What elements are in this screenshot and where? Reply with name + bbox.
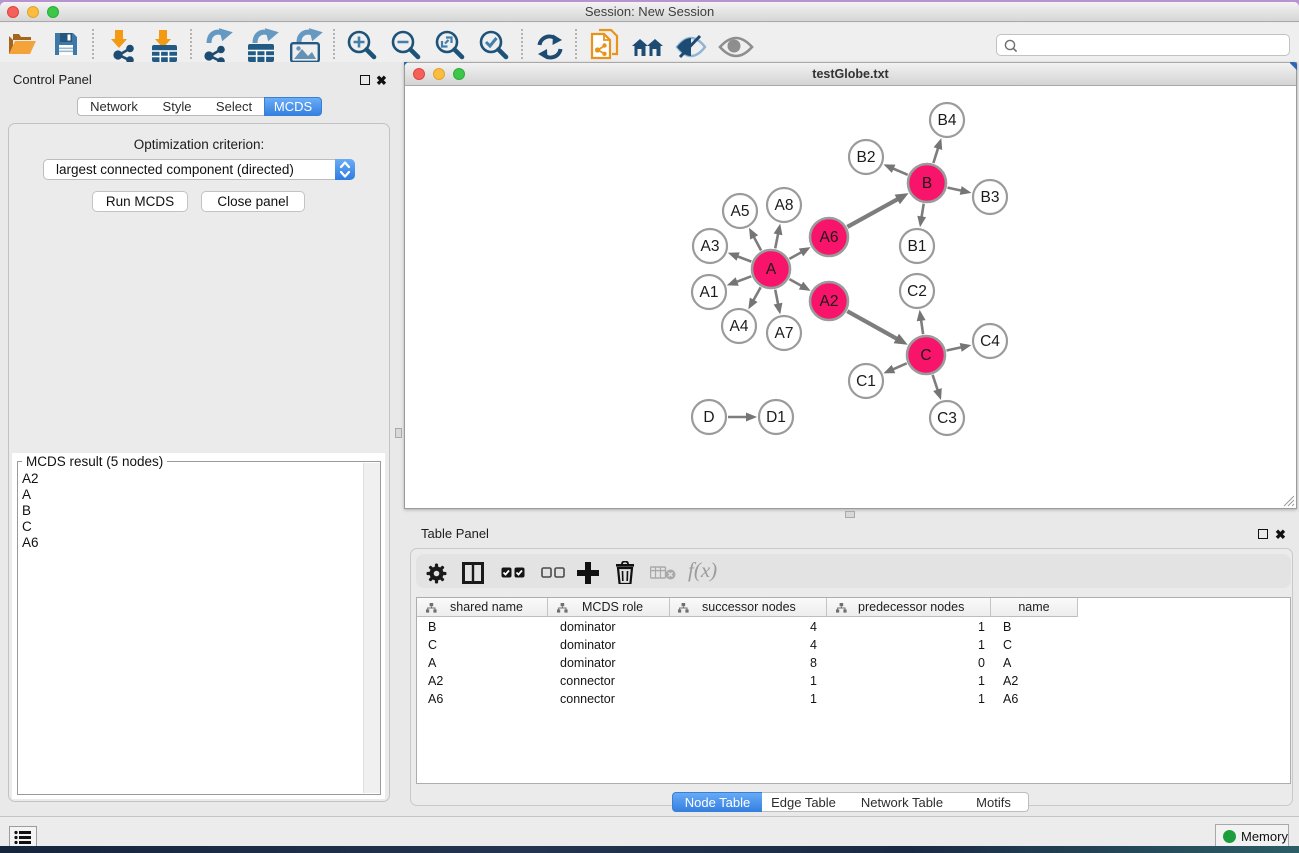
svg-text:C3: C3 [937,410,957,427]
svg-text:A: A [766,261,777,278]
svg-text:A4: A4 [730,318,749,335]
svg-text:B1: B1 [908,238,927,255]
svg-text:A6: A6 [820,229,839,246]
svg-text:C4: C4 [980,333,1000,350]
svg-text:B4: B4 [938,112,957,129]
svg-text:B3: B3 [981,189,1000,206]
svg-text:C1: C1 [856,373,876,390]
svg-text:A2: A2 [820,293,839,310]
svg-text:A8: A8 [775,197,794,214]
svg-text:C2: C2 [907,283,927,300]
svg-text:B2: B2 [857,149,876,166]
svg-text:A5: A5 [731,203,750,220]
svg-text:D1: D1 [766,409,786,426]
svg-text:A1: A1 [700,284,719,301]
svg-text:C: C [920,347,931,364]
svg-text:B: B [922,175,932,192]
svg-text:A7: A7 [775,325,794,342]
svg-text:A3: A3 [701,238,720,255]
svg-text:D: D [703,409,714,426]
